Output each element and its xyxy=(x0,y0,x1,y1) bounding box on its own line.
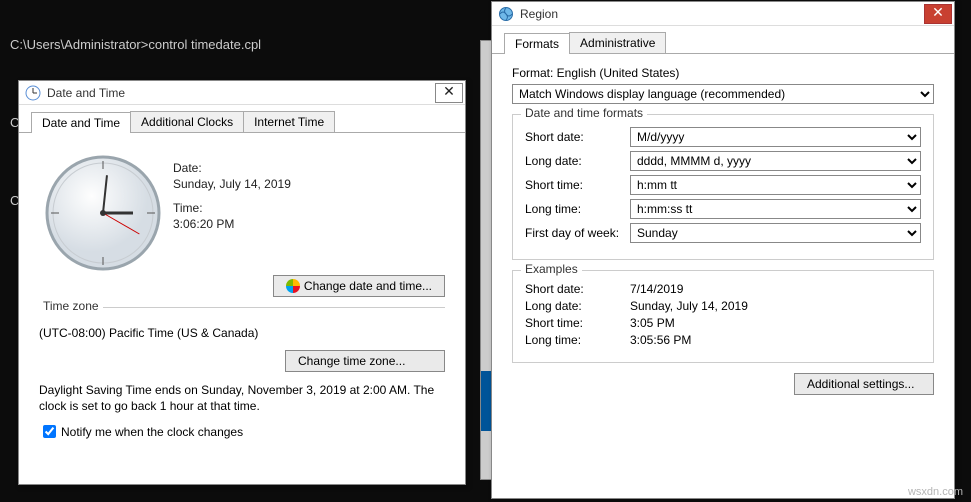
date-time-dialog: Date and Time ✕ Date and Time Additional… xyxy=(18,80,466,485)
notify-checkbox-input[interactable] xyxy=(43,425,56,438)
group-label: Examples xyxy=(521,262,582,276)
tab-strip: Formats Administrative xyxy=(492,26,954,54)
tab-formats[interactable]: Formats xyxy=(504,33,570,54)
timezone-value: (UTC-08:00) Pacific Time (US & Canada) xyxy=(39,326,445,340)
date-time-formats-group: Date and time formats Short date:M/d/yyy… xyxy=(512,114,934,260)
watermark: wsxdn.com xyxy=(908,486,963,498)
titlebar[interactable]: Region ✕ xyxy=(492,2,954,26)
region-dialog: Region ✕ Formats Administrative Format: … xyxy=(491,1,955,499)
long-time-select[interactable]: h:mm:ss tt xyxy=(630,199,921,219)
change-date-time-button[interactable]: Change date and time... xyxy=(273,275,445,297)
format-label: Format: English (United States) xyxy=(512,66,934,80)
format-select[interactable]: Match Windows display language (recommen… xyxy=(512,84,934,104)
tab-internet-time[interactable]: Internet Time xyxy=(243,111,335,132)
button-label: Change date and time... xyxy=(304,279,432,293)
long-date-select[interactable]: dddd, MMMM d, yyyy xyxy=(630,151,921,171)
additional-settings-button[interactable]: Additional settings... xyxy=(794,373,934,395)
first-day-label: First day of week: xyxy=(525,226,630,240)
long-time-label: Long time: xyxy=(525,202,630,216)
tab-administrative[interactable]: Administrative xyxy=(569,32,666,53)
tab-content: Format: English (United States) Match Wi… xyxy=(492,54,954,407)
dst-message: Daylight Saving Time ends on Sunday, Nov… xyxy=(39,382,445,414)
tab-content: Date: Sunday, July 14, 2019 Time: 3:06:2… xyxy=(19,133,465,453)
analog-clock xyxy=(43,153,163,273)
date-value: Sunday, July 14, 2019 xyxy=(173,177,291,191)
dialog-title: Region xyxy=(520,7,924,21)
shield-icon xyxy=(286,279,300,293)
date-label: Date: xyxy=(173,161,291,175)
close-button[interactable]: ✕ xyxy=(435,83,463,103)
time-label: Time: xyxy=(173,201,291,215)
close-button[interactable]: ✕ xyxy=(924,4,952,24)
short-date-select[interactable]: M/d/yyyy xyxy=(630,127,921,147)
ex-long-time-label: Long time: xyxy=(525,333,630,347)
ex-short-date-label: Short date: xyxy=(525,282,630,296)
short-date-label: Short date: xyxy=(525,130,630,144)
change-timezone-button[interactable]: Change time zone... xyxy=(285,350,445,372)
dialog-title: Date and Time xyxy=(47,86,435,100)
short-time-label: Short time: xyxy=(525,178,630,192)
notify-checkbox[interactable]: Notify me when the clock changes xyxy=(39,422,243,441)
titlebar[interactable]: Date and Time ✕ xyxy=(19,81,465,105)
ex-long-date-value: Sunday, July 14, 2019 xyxy=(630,299,748,313)
globe-icon xyxy=(498,6,514,22)
ex-long-time-value: 3:05:56 PM xyxy=(630,333,691,347)
time-value: 3:06:20 PM xyxy=(173,217,291,231)
examples-group: Examples Short date:7/14/2019 Long date:… xyxy=(512,270,934,363)
clock-icon xyxy=(25,85,41,101)
long-date-label: Long date: xyxy=(525,154,630,168)
group-label: Date and time formats xyxy=(521,106,647,120)
ex-short-time-label: Short time: xyxy=(525,316,630,330)
short-time-select[interactable]: h:mm tt xyxy=(630,175,921,195)
timezone-section-label: Time zone xyxy=(39,299,103,313)
notify-checkbox-label: Notify me when the clock changes xyxy=(61,425,243,439)
tab-strip: Date and Time Additional Clocks Internet… xyxy=(19,105,465,133)
ex-long-date-label: Long date: xyxy=(525,299,630,313)
ex-short-time-value: 3:05 PM xyxy=(630,316,675,330)
first-day-select[interactable]: Sunday xyxy=(630,223,921,243)
ex-short-date-value: 7/14/2019 xyxy=(630,282,683,296)
tab-date-time[interactable]: Date and Time xyxy=(31,112,131,133)
tab-additional-clocks[interactable]: Additional Clocks xyxy=(130,111,244,132)
